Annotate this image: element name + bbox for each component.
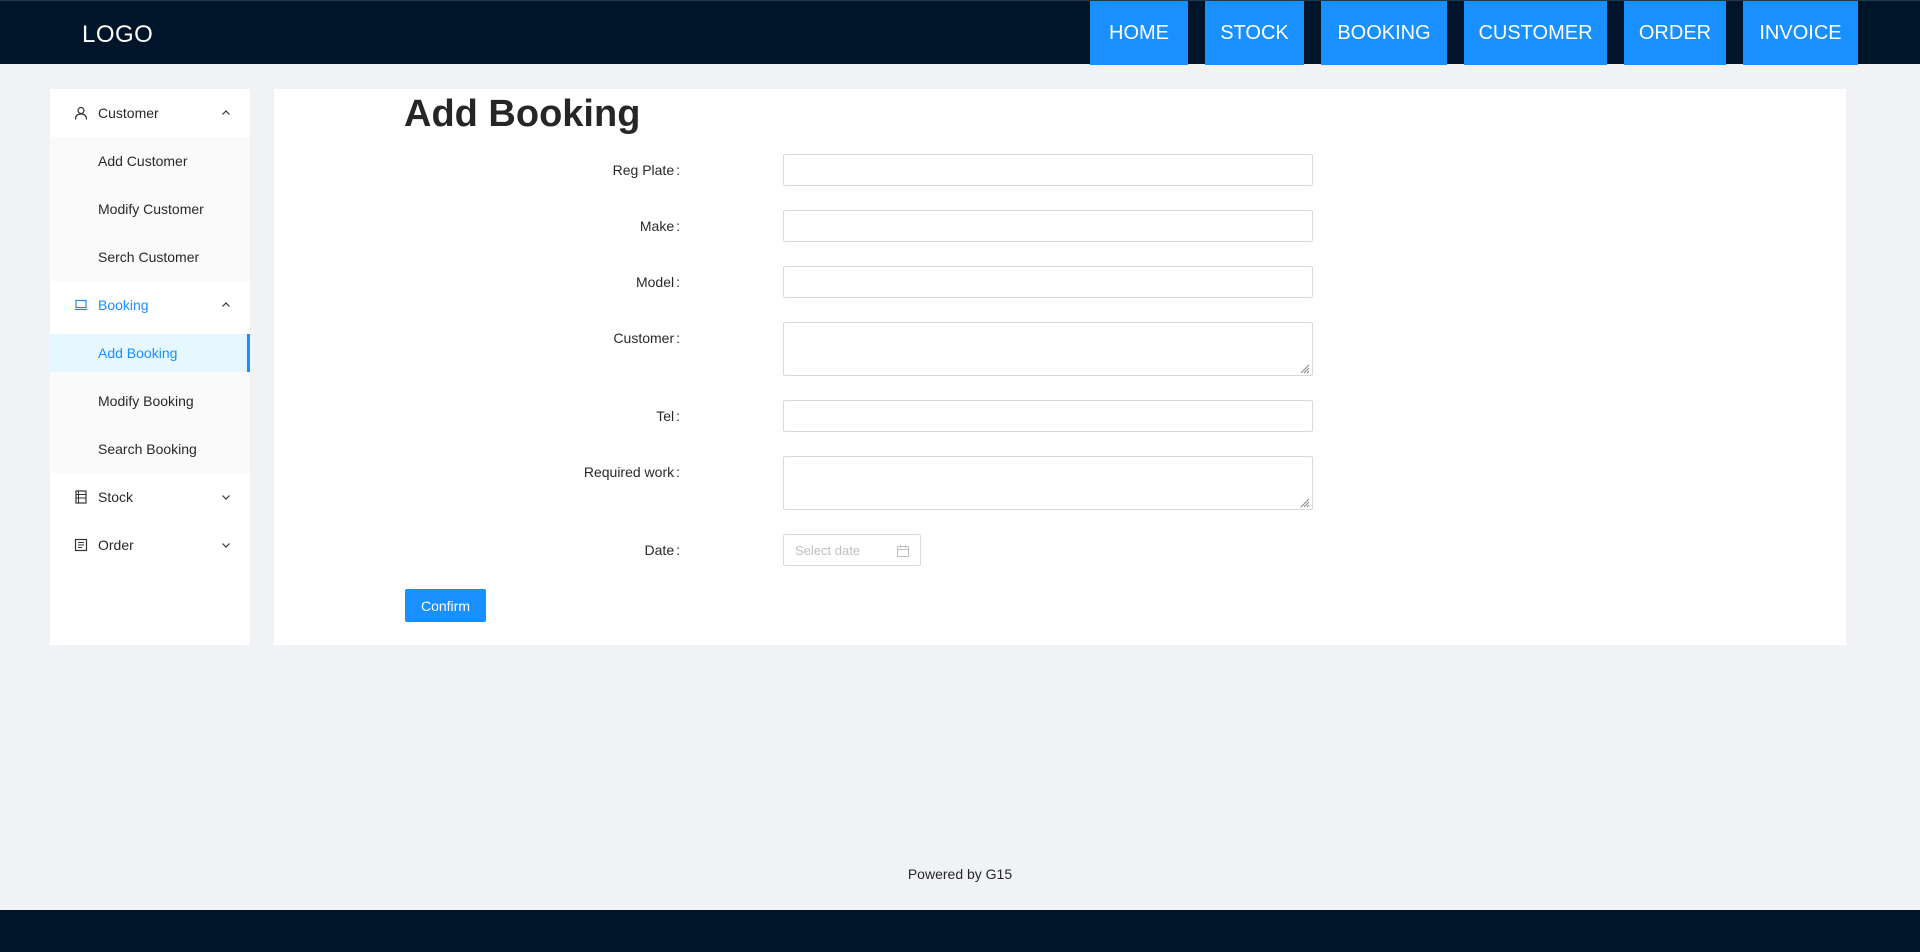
date-label: Date [645, 542, 680, 558]
laptop-icon [74, 298, 88, 312]
nav-booking[interactable]: BOOKING [1321, 1, 1447, 65]
make-input[interactable] [783, 210, 1313, 242]
make-label: Make [640, 218, 680, 234]
required-work-textarea[interactable] [783, 456, 1313, 510]
chevron-down-icon [220, 491, 232, 503]
resize-grip-icon[interactable] [1298, 361, 1310, 374]
sidebar-item-search-customer[interactable]: Serch Customer [50, 233, 250, 281]
footer-text: Powered by G15 [907, 866, 1013, 882]
logo[interactable]: LOGO [82, 21, 153, 49]
chevron-down-icon [220, 539, 232, 551]
model-label: Model [636, 274, 680, 290]
submenu-customer: Add Customer Modify Customer Serch Custo… [50, 137, 250, 281]
reg-plate-input[interactable] [783, 154, 1313, 186]
sidebar-group-label: Customer [98, 105, 159, 121]
order-icon [74, 538, 88, 552]
model-input[interactable] [783, 266, 1313, 298]
user-icon [74, 106, 88, 120]
nav-order[interactable]: ORDER [1624, 1, 1726, 65]
book-icon [74, 490, 88, 504]
confirm-button[interactable]: Confirm [405, 589, 486, 622]
sidebar-menu: Customer Add Customer Modify Customer Se… [50, 89, 250, 645]
sidebar-group-customer[interactable]: Customer [50, 89, 250, 137]
sidebar-item-modify-booking[interactable]: Modify Booking [50, 377, 250, 425]
sidebar-group-stock[interactable]: Stock [50, 473, 250, 521]
calendar-icon [896, 544, 910, 558]
bottom-bar [0, 910, 1920, 952]
resize-grip-icon[interactable] [1298, 495, 1310, 508]
top-nav: HOME STOCK BOOKING CUSTOMER ORDER INVOIC… [1090, 1, 1858, 65]
chevron-up-icon [220, 299, 232, 311]
sidebar-item-add-customer[interactable]: Add Customer [50, 137, 250, 185]
date-picker[interactable]: Select date [783, 534, 921, 566]
customer-textarea[interactable] [783, 322, 1313, 376]
sidebar-group-label: Order [98, 537, 134, 553]
sidebar-group-label: Stock [98, 489, 134, 505]
tel-label: Tel [656, 408, 680, 424]
nav-customer[interactable]: CUSTOMER [1464, 1, 1607, 65]
top-header: LOGO HOME STOCK BOOKING CUSTOMER ORDER I… [0, 0, 1920, 65]
sidebar-item-modify-customer[interactable]: Modify Customer [50, 185, 250, 233]
sidebar-group-booking[interactable]: Booking [50, 281, 250, 329]
submenu-booking: Add Booking Modify Booking Search Bookin… [50, 334, 250, 473]
required-work-label: Required work [584, 464, 680, 480]
sidebar-group-order[interactable]: Order [50, 521, 250, 569]
nav-stock[interactable]: STOCK [1205, 1, 1304, 65]
main-content: Add Booking Reg Plate Make Model Custome… [274, 89, 1846, 645]
sidebar-item-add-booking[interactable]: Add Booking [50, 334, 250, 372]
page-title: Add Booking [404, 93, 641, 135]
customer-label: Customer [613, 330, 680, 346]
tel-input[interactable] [783, 400, 1313, 432]
sidebar-group-label: Booking [98, 297, 149, 313]
sidebar-item-search-booking[interactable]: Search Booking [50, 425, 250, 473]
chevron-up-icon [220, 107, 232, 119]
date-placeholder: Select date [795, 542, 861, 558]
nav-home[interactable]: HOME [1090, 1, 1188, 65]
nav-invoice[interactable]: INVOICE [1743, 1, 1858, 65]
reg-plate-label: Reg Plate [613, 162, 680, 178]
